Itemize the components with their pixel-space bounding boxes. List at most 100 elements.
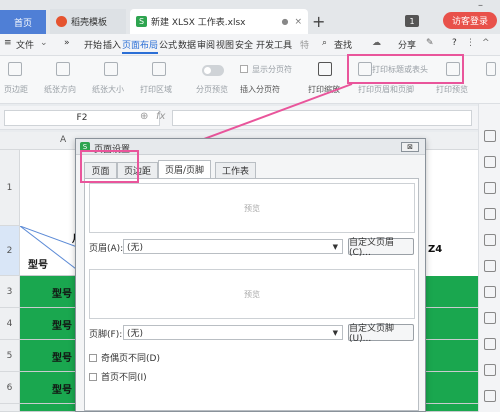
menu-review[interactable]: 审阅 [197,38,215,51]
footer-select-value: (无) [127,329,144,339]
footer-preview: 预览 [89,269,415,319]
green-cell-model-2: 型号 [52,321,72,332]
print-scale-button[interactable]: 打印缩放 [308,84,340,95]
tools-icon[interactable] [484,156,496,168]
footer-select[interactable]: (无) ▼ [123,325,343,340]
dialog-close-button[interactable]: ⊠ [401,142,419,152]
minimize-icon[interactable]: – [478,0,483,11]
menu-home[interactable]: 开始 [84,38,102,51]
table-icon[interactable] [484,208,496,220]
help-icon[interactable]: ? [452,38,457,48]
print-title-highlight [347,54,464,84]
row-header-4[interactable]: 4 [0,308,20,340]
close-tab-icon[interactable]: × [294,17,302,27]
filter-icon[interactable] [484,286,496,298]
tab-document[interactable]: S 新建 XLSX 工作表.xlsx ● × [130,9,308,34]
row-header-3[interactable]: 3 [0,276,20,308]
row-header-2[interactable]: 2 [0,226,20,276]
tab-docer-templates[interactable]: 稻壳模板 [50,9,126,34]
header-select[interactable]: (无) ▼ [123,239,343,254]
first-page-checkbox-row[interactable]: 首页不同(I) [89,370,147,383]
chevron-down-icon[interactable]: ⌄ [40,38,48,48]
paper-size-button[interactable]: 纸张大小 [92,84,124,95]
clock-icon[interactable] [484,364,496,376]
insert-page-break-button[interactable]: 插入分页符 [240,84,280,95]
menu-insert[interactable]: 插入 [103,38,121,51]
zoom-icon[interactable]: ⊕ [140,111,148,122]
tab-worksheet[interactable]: 工作表 [215,162,256,178]
row-header-1[interactable]: 1 [0,150,20,226]
green-cell-model-3: 型号 [52,353,72,364]
row-header-7[interactable] [0,404,20,412]
page-margin-button[interactable]: 页边距 [4,84,28,95]
image-icon[interactable] [484,260,496,272]
print-header-footer-button[interactable]: 打印页眉和页脚 [358,84,414,95]
print-scale-icon [318,62,332,76]
search-icon[interactable]: ⌕ [322,38,327,48]
header-select-value: (无) [127,243,144,253]
cloud-icon[interactable]: ☁ [372,38,381,48]
collapse-icon[interactable]: ^ [482,38,490,48]
tab-header-footer[interactable]: 页眉/页脚 [158,160,211,178]
menu-bar: ≡ 文件 ⌄ » 开始 插入 页面布局 公式 数据 审阅 视图 安全 开发工具 … [0,34,500,56]
edit-icon[interactable]: ✎ [426,38,434,48]
header-cell[interactable]: 月 型号 [20,226,82,276]
page-break-preview-button[interactable]: 分页预览 [196,84,228,95]
first-page-checkbox[interactable] [89,372,97,381]
page-break-preview-toggle[interactable] [202,65,224,76]
ribbon-more-icon[interactable] [486,62,496,76]
tab-doc-label: 新建 XLSX 工作表.xlsx [151,18,246,28]
settings-icon[interactable] [484,390,496,402]
menu-view[interactable]: 视图 [216,38,234,51]
row-header-6[interactable]: 6 [0,372,20,404]
green-cell-model-1: 型号 [52,289,72,300]
header-label: 页眉(A): [89,244,124,254]
menu-page-layout[interactable]: 页面布局 [122,38,159,54]
menu-security[interactable]: 安全 [235,38,253,51]
more-icon[interactable]: ⋮ [466,38,475,48]
header-dropdown-icon: ▼ [332,243,338,251]
name-box[interactable]: F2 [4,110,160,126]
new-tab-button[interactable]: + [312,12,325,31]
cursor-icon[interactable] [484,130,496,142]
print-area-icon [152,62,166,76]
fx-icon[interactable]: fx [156,111,165,122]
chart-icon[interactable] [484,182,496,194]
row-header-5[interactable]: 5 [0,340,20,372]
odd-even-checkbox-row[interactable]: 奇偶页不同(D) [89,351,160,364]
menu-more-icon[interactable]: » [64,38,70,48]
pin-icon[interactable]: ● [281,17,288,26]
visitor-login-button[interactable]: 访客登录 [443,12,497,29]
custom-header-button[interactable]: 自定义页眉(C)... [348,238,414,258]
menu-share[interactable]: 分享 [398,38,416,51]
menu-special[interactable]: 特 [300,38,309,51]
menu-developer[interactable]: 开发工具 [256,38,292,51]
menu-search[interactable]: 查找 [334,38,352,51]
footer-dropdown-icon: ▼ [332,329,338,337]
menu-data[interactable]: 数据 [178,38,196,51]
page-count-badge[interactable]: 1 [405,15,419,27]
partial-cell-text: Z4 [428,244,443,255]
print-area-button[interactable]: 打印区域 [140,84,172,95]
custom-footer-button[interactable]: 自定义页脚(U)... [348,324,414,344]
odd-even-checkbox[interactable] [89,353,97,362]
copy-icon[interactable] [484,312,496,324]
formula-input[interactable] [172,110,472,126]
column-header-a[interactable]: A [60,135,66,145]
grid-icon[interactable] [484,234,496,246]
orientation-button[interactable]: 纸张方向 [44,84,76,95]
header-cell-model: 型号 [28,260,48,271]
hamburger-icon[interactable]: ≡ [4,38,12,48]
menu-file[interactable]: 文件 [16,38,34,51]
orientation-icon [56,62,70,76]
paper-size-icon [104,62,118,76]
show-page-breaks-checkbox[interactable] [240,65,248,73]
menu-formula[interactable]: 公式 [159,38,177,51]
tab-home[interactable]: 首页 [0,10,46,34]
header-preview: 预览 [89,183,415,233]
formula-bar: F2 ⊕ fx [0,106,500,130]
share-icon[interactable] [484,338,496,350]
header-footer-tab-highlight [80,150,139,183]
print-preview-button[interactable]: 打印预览 [436,84,468,95]
right-sidebar [478,104,500,412]
